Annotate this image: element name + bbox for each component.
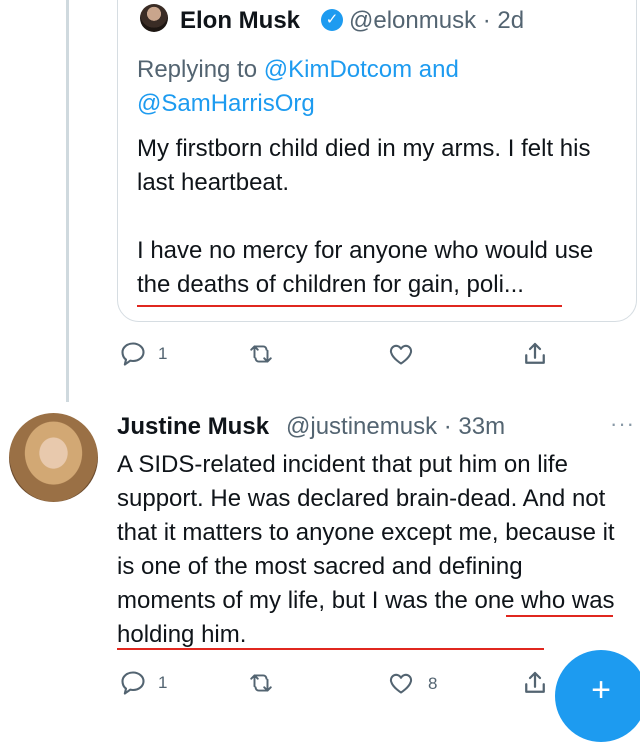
retweet-icon	[250, 674, 272, 692]
compose-tweet-button[interactable]: +	[555, 650, 640, 742]
quoted-tweet-text: My firstborn child died in my arms. I fe…	[137, 135, 594, 298]
annotation-underline	[137, 305, 562, 307]
like-icon	[389, 344, 413, 365]
verified-badge-icon: ✓	[321, 9, 343, 31]
mention-samharrisorg[interactable]: @SamHarrisOrg	[137, 90, 315, 117]
retweet-icon	[250, 345, 272, 363]
reply-icon	[121, 342, 145, 366]
reply-button[interactable]: 1	[118, 340, 167, 368]
author-handle-time: @elonmusk · 2d	[349, 7, 525, 34]
mention-and: and	[412, 56, 459, 83]
like-icon	[389, 673, 413, 694]
author-name[interactable]: Elon Musk	[180, 7, 300, 35]
replying-to: Replying to @KimDotcom and @SamHarrisOrg	[137, 53, 557, 121]
replying-prefix: Replying to	[137, 56, 264, 83]
mention-kimdotcom[interactable]: @KimDotcom	[264, 56, 412, 83]
share-button[interactable]	[520, 339, 550, 369]
reply-tweet-text: A SIDS-related incident that put him on …	[117, 451, 615, 648]
share-icon	[525, 671, 545, 693]
retweet-button[interactable]	[246, 670, 276, 696]
reply-count: 1	[158, 673, 168, 692]
reply-author-handle-time: @justinemusk · 33m	[286, 413, 506, 440]
justine-avatar[interactable]	[9, 413, 98, 502]
share-icon	[525, 342, 545, 364]
like-button[interactable]: 8	[386, 670, 437, 697]
more-icon[interactable]: ···	[610, 411, 635, 437]
reply-button[interactable]: 1	[118, 669, 167, 697]
reply-author-name[interactable]: Justine Musk	[117, 413, 269, 441]
reply-icon	[121, 671, 145, 695]
elon-avatar[interactable]	[140, 4, 168, 32]
retweet-button[interactable]	[246, 341, 276, 367]
reply-count: 1	[158, 344, 168, 363]
compose-plus-icon: +	[591, 671, 611, 709]
like-button[interactable]	[386, 341, 416, 368]
thread-connector-line	[66, 0, 69, 402]
share-button[interactable]	[520, 668, 550, 698]
like-count: 8	[428, 673, 438, 693]
annotation-underline	[506, 615, 613, 617]
annotation-underline	[117, 648, 544, 650]
